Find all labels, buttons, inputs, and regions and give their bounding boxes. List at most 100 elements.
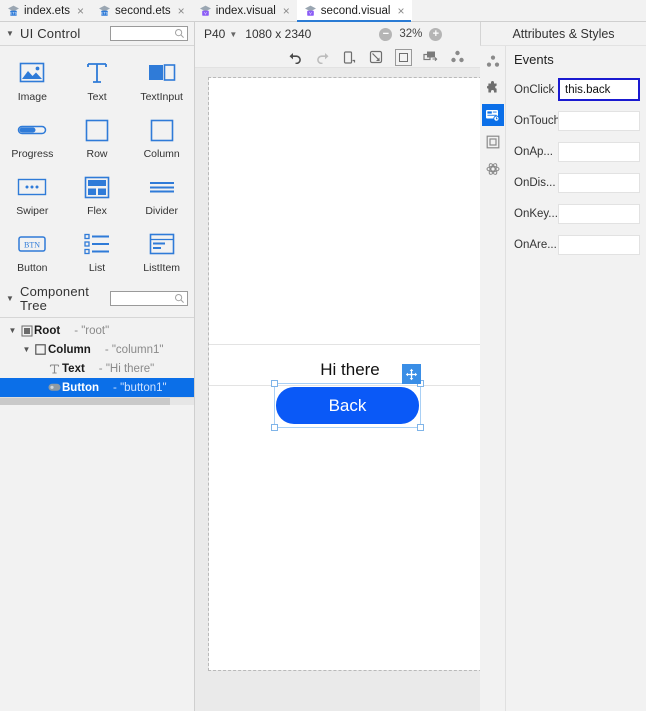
tree-caret-icon[interactable]: ▼ bbox=[6, 326, 19, 335]
palette-item-divider[interactable]: Divider bbox=[129, 168, 194, 219]
event-input-onare[interactable] bbox=[558, 234, 640, 255]
editor-tab-close-icon[interactable]: × bbox=[77, 5, 84, 17]
events-field-list: OnClick this.back OnTouch OnAp... OnDis... On… bbox=[506, 74, 646, 260]
event-label: OnTouch bbox=[514, 114, 561, 127]
component-tree-caret-icon[interactable]: ▼ bbox=[4, 294, 16, 303]
button-component-back[interactable]: Back bbox=[276, 387, 419, 424]
tree-row-button[interactable]: Button - "button1" bbox=[0, 378, 194, 397]
tree-row-value: - "root" bbox=[74, 324, 110, 337]
palette-item-column[interactable]: Column bbox=[129, 111, 194, 162]
settings-icon[interactable] bbox=[482, 158, 504, 180]
pointer-resize-icon[interactable] bbox=[368, 49, 385, 66]
puzzle-icon[interactable] bbox=[482, 77, 504, 99]
ui-control-search-input[interactable] bbox=[110, 26, 188, 41]
swiper-icon bbox=[14, 172, 50, 202]
palette-item-image[interactable]: Image bbox=[0, 54, 65, 105]
palette-item-progress[interactable]: Progress bbox=[0, 111, 65, 162]
device-rotate-icon[interactable] bbox=[341, 49, 358, 66]
ui-control-title: UI Control bbox=[20, 26, 81, 41]
resize-handle-se[interactable] bbox=[417, 424, 424, 431]
undo-icon[interactable] bbox=[287, 49, 304, 66]
nodes-icon[interactable] bbox=[482, 50, 504, 72]
event-row-ontouch: OnTouch bbox=[506, 105, 646, 136]
row-separator-top bbox=[209, 344, 480, 345]
palette-item-listitem[interactable]: ListItem bbox=[129, 225, 194, 276]
palette-item-swiper[interactable]: Swiper bbox=[0, 168, 65, 219]
device-selector[interactable]: P40 ▼ bbox=[204, 27, 237, 41]
palette-item-label: List bbox=[88, 262, 106, 274]
event-input-onap[interactable] bbox=[558, 141, 640, 162]
column-icon bbox=[144, 115, 180, 145]
event-input-onclick[interactable]: this.back bbox=[558, 78, 640, 101]
text-component-hi-there[interactable]: Hi there bbox=[209, 360, 480, 380]
tree-caret-icon[interactable]: ▼ bbox=[20, 345, 33, 354]
layout-icon[interactable] bbox=[482, 131, 504, 153]
editor-tab-second-ets[interactable]: ETS second.ets × bbox=[91, 0, 192, 21]
palette-item-label: ListItem bbox=[143, 262, 181, 274]
palette-item-text[interactable]: Text bbox=[65, 54, 130, 105]
palette-item-label: Divider bbox=[145, 205, 178, 217]
left-panel: ▼ UI Control Image Text TextInput Progress R… bbox=[0, 22, 195, 711]
chevron-down-icon: ▼ bbox=[229, 29, 238, 39]
component-tree-title: Component Tree bbox=[20, 283, 90, 313]
redo-icon[interactable] bbox=[314, 49, 331, 66]
palette-item-label: Row bbox=[86, 148, 108, 160]
tree-row-text[interactable]: Text - "Hi there" bbox=[0, 359, 194, 378]
component-tree-header[interactable]: ▼ Component Tree bbox=[0, 280, 194, 318]
progress-icon bbox=[14, 115, 50, 145]
editor-tab-close-icon[interactable]: × bbox=[397, 5, 404, 17]
palette-item-label: Text bbox=[87, 91, 107, 103]
ui-control-header[interactable]: ▼ UI Control bbox=[0, 22, 194, 46]
editor-tab-index-ets[interactable]: ETS index.ets × bbox=[0, 0, 92, 21]
editor-tab-label: second.ets bbox=[115, 4, 171, 17]
tree-row-value: - "column1" bbox=[104, 343, 164, 356]
palette-item-button[interactable]: BTN Button bbox=[0, 225, 65, 276]
editor-tab-second-visual[interactable]: Vsecond.visual × bbox=[296, 0, 412, 22]
editor-tab-close-icon[interactable]: × bbox=[283, 5, 290, 17]
component-add-icon[interactable] bbox=[422, 49, 439, 66]
editor-tab-label: second.visual bbox=[320, 4, 391, 17]
move-handle-icon[interactable] bbox=[402, 364, 421, 384]
tree-row-name: Text bbox=[62, 362, 85, 375]
flex-icon bbox=[79, 172, 115, 202]
tree-row-name: Button bbox=[62, 381, 100, 394]
event-label: OnDis... bbox=[514, 176, 556, 189]
component-tree-hscrollbar[interactable] bbox=[0, 397, 194, 405]
design-canvas[interactable]: Hi there Back bbox=[195, 68, 480, 711]
editor-tab-index-visual[interactable]: Vindex.visual × bbox=[191, 0, 297, 21]
ets-file-icon: ETS bbox=[98, 4, 111, 17]
palette-item-label: Flex bbox=[87, 205, 107, 217]
event-input-onkey[interactable] bbox=[558, 203, 640, 224]
component-tree-section: ▼ Component Tree ▼ Root - "root" ▼ Column - "… bbox=[0, 280, 194, 711]
tree-row-value: - "Hi there" bbox=[98, 362, 155, 375]
tree-row-root[interactable]: ▼ Root - "root" bbox=[0, 321, 194, 340]
nodes-icon[interactable] bbox=[449, 49, 466, 66]
palette-item-list[interactable]: List bbox=[65, 225, 130, 276]
palette-item-flex[interactable]: Flex bbox=[65, 168, 130, 219]
event-input-ontouch[interactable] bbox=[558, 110, 640, 131]
frame-icon[interactable] bbox=[395, 48, 412, 66]
ui-control-caret-icon[interactable]: ▼ bbox=[4, 29, 16, 38]
palette-item-textinput[interactable]: TextInput bbox=[129, 54, 194, 105]
tree-row-column[interactable]: ▼ Column - "column1" bbox=[0, 340, 194, 359]
event-row-onkey: OnKey... bbox=[506, 198, 646, 229]
ets-file-icon: ETS bbox=[7, 4, 20, 17]
component-tree-search-input[interactable] bbox=[110, 291, 188, 306]
divider-icon bbox=[144, 172, 180, 202]
root-icon bbox=[19, 325, 34, 337]
ui-control-palette: Image Text TextInput Progress Row Column Swipe… bbox=[0, 46, 194, 280]
events-icon[interactable] bbox=[481, 104, 504, 126]
zoom-in-button[interactable]: + bbox=[429, 27, 443, 41]
editor-tab-close-icon[interactable]: × bbox=[178, 5, 185, 17]
palette-item-row[interactable]: Row bbox=[65, 111, 130, 162]
search-icon bbox=[175, 29, 184, 38]
zoom-out-button[interactable]: − bbox=[379, 27, 393, 41]
resize-handle-nw[interactable] bbox=[271, 380, 278, 387]
event-input-ondis[interactable] bbox=[558, 172, 640, 193]
device-preview-frame[interactable]: Hi there Back bbox=[208, 77, 480, 671]
row-icon bbox=[79, 115, 115, 145]
button-node-icon bbox=[47, 383, 62, 392]
center-panel: P40 ▼ 1080 x 2340 − 32% + Hi there Back bbox=[195, 22, 480, 711]
zoom-controls: − 32% + bbox=[379, 27, 443, 41]
resize-handle-sw[interactable] bbox=[271, 424, 278, 431]
